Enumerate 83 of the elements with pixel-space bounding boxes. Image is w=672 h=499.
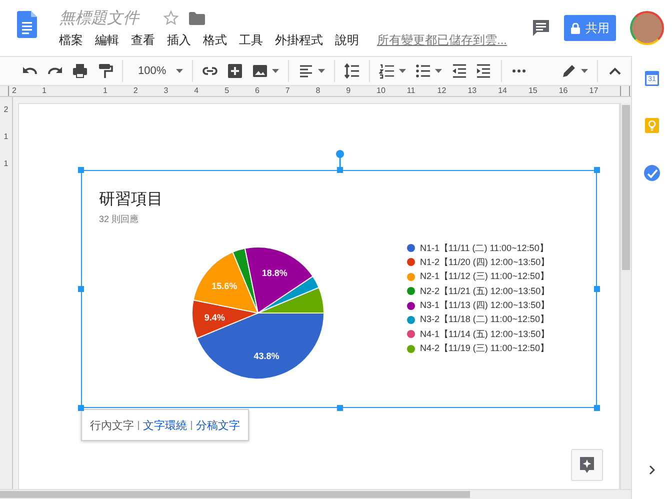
legend-label: N4-2【11/19 (三) 11:00~12:50】 — [420, 342, 549, 356]
menu-item[interactable]: 外掛程式 — [275, 32, 323, 49]
legend-label: N1-1【11/11 (二) 11:00~12:50】 — [420, 242, 548, 254]
align-left-icon[interactable] — [298, 63, 314, 79]
tasks-icon[interactable] — [644, 165, 660, 181]
menu-item[interactable]: 格式 — [203, 32, 227, 49]
legend-label: N4-1【11/14 (五) 12:00~13:50】 — [420, 328, 550, 341]
resize-handle[interactable] — [78, 405, 84, 411]
resize-handle[interactable] — [594, 405, 600, 411]
ruler-number: 12 — [437, 86, 468, 96]
menu-item[interactable]: 編輯 — [95, 32, 119, 49]
legend-dot — [407, 272, 415, 281]
menu-item[interactable]: 查看 — [131, 32, 155, 49]
legend-label: N3-2【11/18 (二) 11:00~12:50】 — [420, 313, 549, 326]
ruler-number: 4 — [194, 86, 225, 96]
legend-dot — [407, 258, 415, 266]
bulleted-list-icon[interactable] — [415, 63, 432, 79]
resize-handle[interactable] — [78, 167, 84, 173]
ruler-number: 2 — [133, 86, 164, 96]
scrollbar[interactable] — [620, 103, 632, 489]
legend-dot — [407, 302, 415, 310]
chart-title: 研習項目 — [99, 190, 164, 210]
ruler-number: 15 — [528, 86, 559, 96]
resize-handle[interactable] — [337, 167, 343, 173]
pencil-icon[interactable] — [561, 63, 578, 79]
ruler-number: 2 — [4, 105, 8, 114]
legend-dot — [407, 316, 415, 324]
slice-label: 18.8% — [262, 268, 288, 278]
avatar[interactable] — [630, 11, 664, 45]
wrap-option[interactable]: 分稿文字 — [196, 418, 240, 432]
resize-handle[interactable] — [594, 286, 600, 292]
legend-label: N2-2【11/21 (五) 12:00~13:50】 — [420, 284, 550, 298]
folder-icon[interactable] — [189, 12, 205, 24]
slice-label: 15.6% — [212, 280, 238, 291]
zoom-select[interactable]: 100% — [138, 65, 166, 77]
caret-icon[interactable] — [435, 69, 442, 73]
caret-icon[interactable] — [318, 69, 326, 73]
caret-icon[interactable] — [581, 69, 588, 73]
legend-label: N1-2【11/20 (四) 12:00~13:50】 — [420, 256, 550, 269]
menu-item[interactable]: 檔案 — [59, 32, 83, 49]
save-status-link[interactable]: 所有變更都已儲存到雲... — [377, 32, 508, 49]
star-icon[interactable] — [163, 10, 179, 26]
print-icon[interactable] — [72, 63, 88, 79]
docs-logo-icon[interactable] — [17, 11, 37, 38]
legend-dot — [407, 330, 415, 338]
legend-dot — [407, 344, 415, 353]
menu-item[interactable]: 工具 — [239, 32, 263, 49]
decrease-indent-icon[interactable] — [451, 63, 468, 79]
legend-dot — [407, 287, 415, 296]
paint-format-icon[interactable] — [97, 63, 113, 79]
ruler-number: 1 — [4, 159, 8, 168]
caret-icon[interactable] — [176, 69, 184, 73]
rotate-handle[interactable] — [336, 150, 344, 170]
numbered-list-icon[interactable] — [379, 63, 396, 79]
legend-label: N3-1【11/13 (四) 12:00~13:50】 — [420, 299, 550, 312]
resize-handle[interactable] — [78, 286, 84, 292]
image-icon[interactable] — [252, 63, 268, 79]
wrap-option[interactable]: 行內文字 — [90, 418, 134, 432]
explore-icon[interactable] — [571, 449, 604, 481]
comment-icon[interactable] — [532, 19, 550, 37]
ruler-number: 10 — [376, 86, 407, 96]
chart-subtitle: 32 則回應 — [99, 213, 140, 226]
ruler-number: 1 — [4, 132, 8, 141]
slice-label: 43.8% — [254, 351, 280, 362]
caret-icon[interactable] — [399, 69, 406, 73]
wrap-option[interactable]: 文字環繞 — [143, 418, 187, 432]
menu-item[interactable]: 說明 — [335, 32, 359, 49]
menu-item[interactable]: 插入 — [167, 32, 191, 49]
line-spacing-icon[interactable] — [344, 63, 360, 79]
increase-indent-icon[interactable] — [476, 63, 492, 79]
legend-label: N2-1【11/12 (三) 11:00~12:50】 — [420, 270, 549, 284]
caret-icon[interactable] — [272, 69, 280, 73]
ruler-number: 7 — [285, 86, 316, 96]
share-button[interactable]: 共用 — [564, 15, 616, 41]
lock-icon — [570, 22, 580, 34]
scrollbar[interactable] — [0, 489, 632, 499]
resize-handle[interactable] — [337, 405, 343, 411]
ruler-number: 5 — [224, 86, 255, 96]
add-comment-icon[interactable] — [227, 63, 244, 79]
slice-label: 9.4% — [204, 312, 225, 323]
chevron-right-icon[interactable] — [649, 465, 656, 475]
legend-dot — [407, 244, 415, 252]
resize-handle[interactable] — [594, 167, 600, 173]
